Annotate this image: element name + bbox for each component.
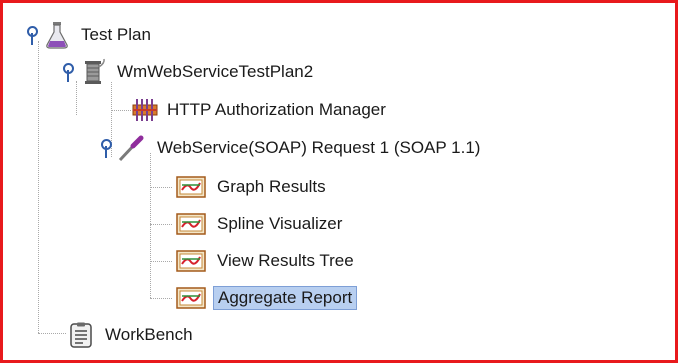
- tree-node-test-plan[interactable]: Test Plan: [25, 19, 155, 51]
- test-plan-tree: Test Plan WmWebServiceTestPlan2 HTTP Aut…: [3, 3, 675, 360]
- tree-node-label-selected: Aggregate Report: [213, 286, 358, 310]
- tree-node-view-results-tree[interactable]: View Results Tree: [175, 245, 358, 277]
- clipboard-icon: [67, 321, 95, 349]
- expand-toggle-icon[interactable]: [61, 62, 75, 82]
- tree-node-aggregate-report[interactable]: Aggregate Report: [175, 282, 358, 314]
- tree-node-soap-request[interactable]: WebService(SOAP) Request 1 (SOAP 1.1): [99, 132, 484, 164]
- tree-guide-view: [150, 261, 172, 262]
- expand-toggle-icon[interactable]: [99, 138, 113, 158]
- listener-icon: [175, 173, 207, 201]
- tree-node-auth-manager[interactable]: HTTP Authorization Manager: [131, 94, 390, 126]
- tree-node-workbench[interactable]: WorkBench: [67, 319, 197, 351]
- tree-node-label: WorkBench: [105, 325, 193, 344]
- tree-panel: Test Plan WmWebServiceTestPlan2 HTTP Aut…: [0, 0, 678, 363]
- tree-guide-root: [38, 41, 39, 333]
- tree-guide-spline: [150, 224, 172, 225]
- tree-guide-auth: [111, 110, 131, 111]
- listener-icon: [175, 210, 207, 238]
- tree-guide-aggregate: [150, 298, 172, 299]
- tree-node-label: View Results Tree: [217, 251, 354, 270]
- listener-icon: [175, 247, 207, 275]
- listener-icon: [175, 284, 207, 312]
- tree-node-spline-visualizer[interactable]: Spline Visualizer: [175, 208, 346, 240]
- expand-toggle-icon[interactable]: [25, 25, 39, 45]
- tree-guide-workbench: [38, 333, 66, 334]
- tree-node-label: HTTP Authorization Manager: [167, 100, 386, 119]
- tree-node-label: Graph Results: [217, 177, 326, 196]
- pipette-icon: [117, 134, 145, 162]
- spool-icon: [79, 58, 107, 86]
- tree-node-label: Test Plan: [81, 25, 151, 44]
- tree-node-label: WebService(SOAP) Request 1 (SOAP 1.1): [157, 138, 481, 157]
- tree-node-label: Spline Visualizer: [217, 214, 343, 233]
- tree-guide-graph: [150, 187, 172, 188]
- tree-guide-soap: [150, 153, 151, 298]
- config-element-icon: [131, 96, 159, 124]
- tree-node-service-plan[interactable]: WmWebServiceTestPlan2: [61, 56, 317, 88]
- tree-node-label: WmWebServiceTestPlan2: [117, 62, 314, 81]
- tree-node-graph-results[interactable]: Graph Results: [175, 171, 330, 203]
- flask-icon: [43, 21, 71, 49]
